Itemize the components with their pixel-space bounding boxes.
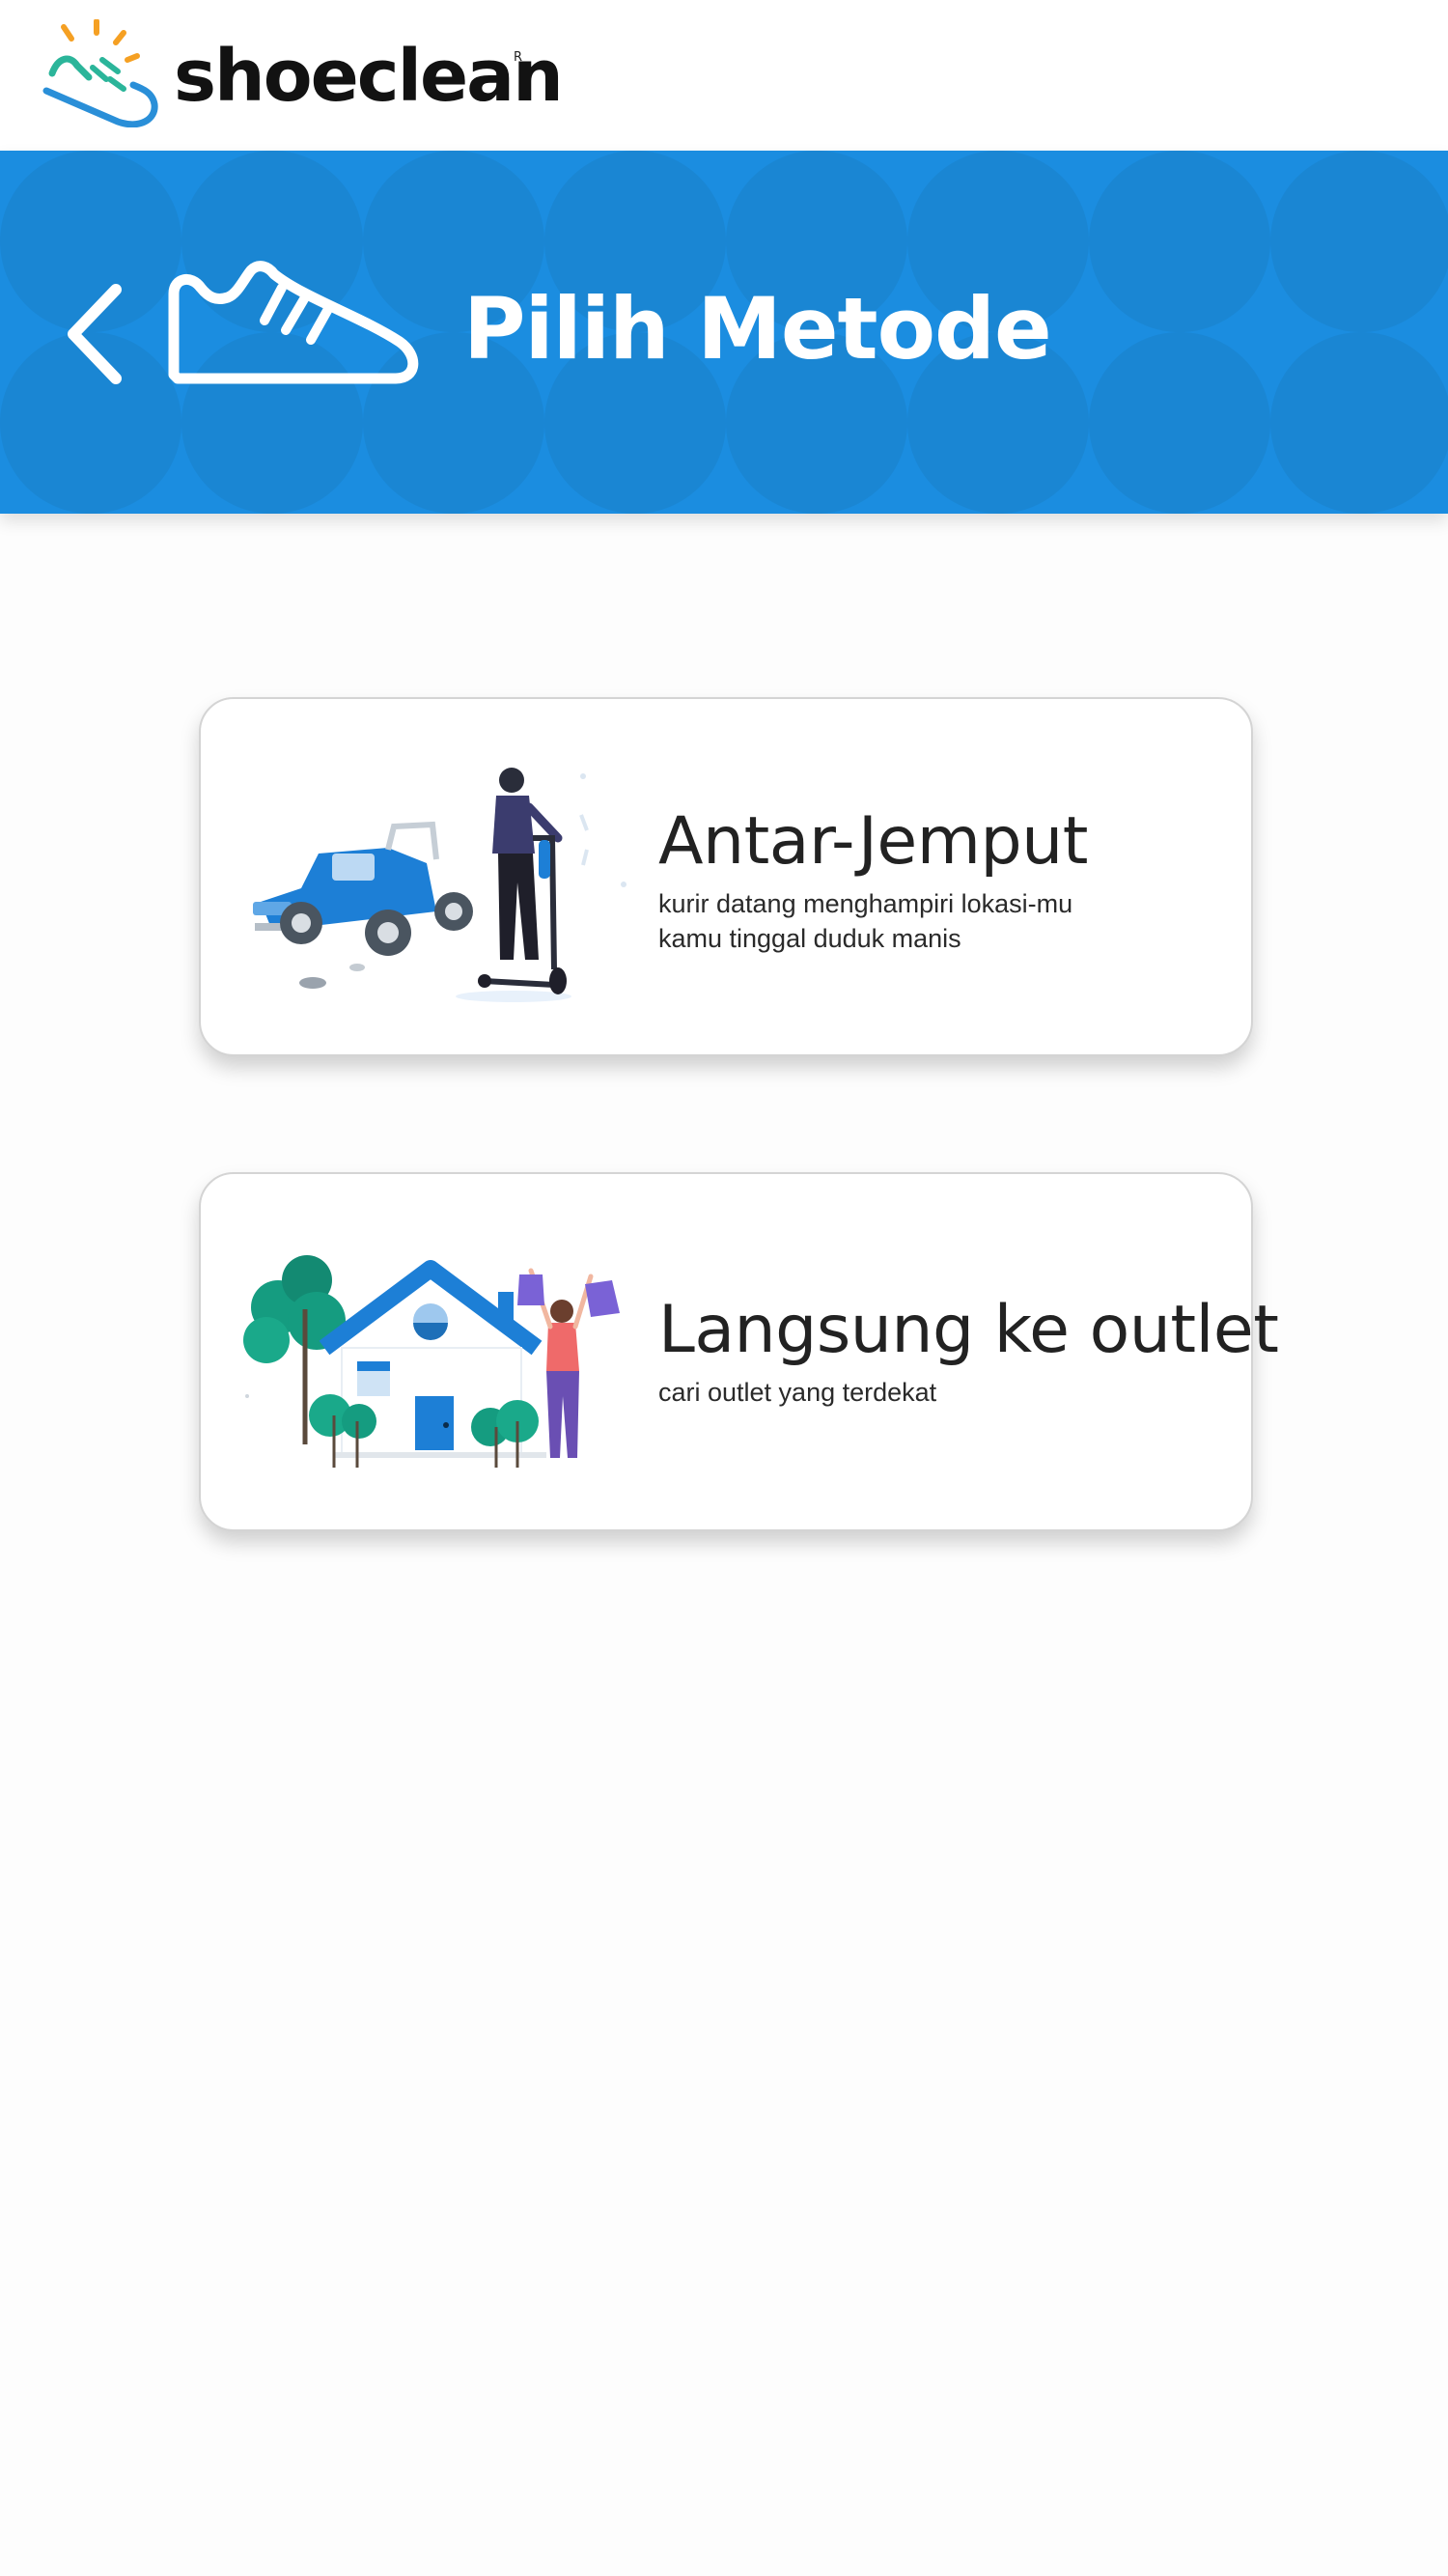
method-title: Langsung ke outlet bbox=[658, 1292, 1279, 1368]
method-description: kamu tinggal duduk manis bbox=[658, 924, 961, 953]
method-description: kurir datang menghampiri lokasi-mu bbox=[658, 889, 1073, 918]
shoe-logo-icon bbox=[42, 19, 158, 127]
method-title: Antar-Jemput bbox=[658, 803, 1088, 880]
brand-name: shoeclean bbox=[174, 35, 564, 118]
method-description: cari outlet yang terdekat bbox=[658, 1378, 937, 1407]
page-header: Pilih Metode bbox=[0, 151, 1448, 514]
page-title: Pilih Metode bbox=[463, 279, 1052, 378]
sneaker-icon bbox=[168, 261, 419, 384]
registered-mark: R bbox=[514, 50, 523, 65]
courier-jeep-scooter-illustration bbox=[253, 768, 627, 1002]
house-shopping-woman-illustration bbox=[243, 1255, 620, 1468]
top-bar: shoeclean R bbox=[0, 0, 1448, 151]
brand-logo: shoeclean R bbox=[42, 19, 583, 135]
chevron-left-icon[interactable] bbox=[58, 276, 135, 392]
method-card-langsung-ke-outlet[interactable]: Langsung ke outlet cari outlet yang terd… bbox=[199, 1172, 1279, 1531]
method-card-antar-jemput[interactable]: Antar-Jemput kurir datang menghampiri lo… bbox=[199, 697, 1253, 1056]
